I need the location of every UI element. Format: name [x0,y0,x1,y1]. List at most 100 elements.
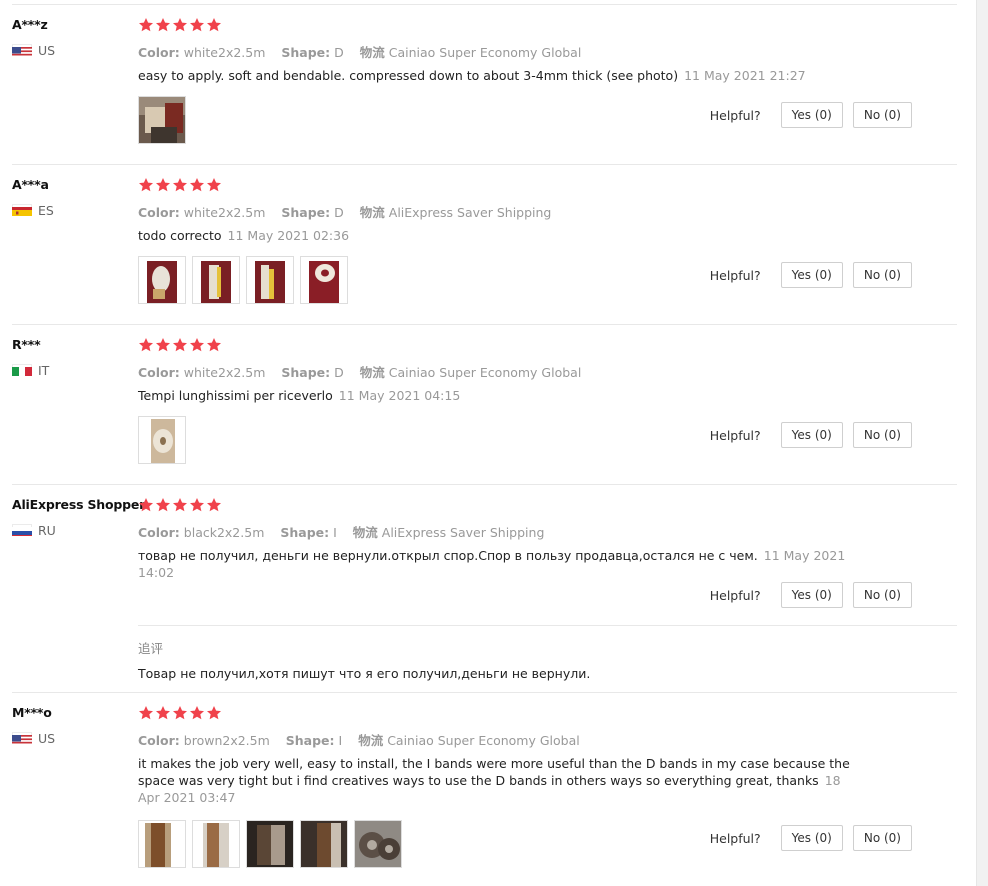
reviewer-country: IT [12,362,50,378]
review-photo[interactable] [246,256,294,304]
review-body: easy to apply. soft and bendable. compre… [138,67,878,84]
color-value: white2x2.5m [183,205,266,220]
helpful-no-button[interactable]: No (0) [852,422,912,448]
star-rating [138,17,222,33]
us-flag-icon [12,44,32,56]
color-label: Color: [138,733,180,748]
review-photo[interactable] [300,256,348,304]
star-icon [139,18,153,32]
logistics-value: Cainiao Super Economy Global [387,733,580,748]
review-photos [138,256,348,304]
review-photos [138,416,186,464]
helpful-vote: Helpful? Yes (0) No (0) [710,825,912,851]
review-photo[interactable] [138,96,186,144]
follow-up-review: 追评 Товар не получил,хотя пишут что я его… [138,625,957,692]
star-icon [190,18,204,32]
review-photos [138,820,402,868]
reviewer-country: RU [12,522,56,538]
star-icon [207,706,221,720]
star-rating [138,497,222,513]
helpful-no-button[interactable]: No (0) [852,825,912,851]
helpful-yes-button[interactable]: Yes (0) [780,102,843,128]
reviewer-country: US [12,42,56,58]
star-icon [190,338,204,352]
country-code: IT [38,362,50,378]
star-icon [190,706,204,720]
helpful-yes-button[interactable]: Yes (0) [780,825,843,851]
star-rating [138,177,222,193]
review-text: товар не получил, деньги не вернули.откр… [138,548,758,563]
star-icon [207,18,221,32]
star-icon [173,178,187,192]
star-icon [173,498,187,512]
review-photo[interactable] [138,256,186,304]
color-value: brown2x2.5m [183,733,270,748]
review-body: Tempi lunghissimi per riceverlo 11 May 20… [138,387,878,404]
shape-value: I [333,525,337,540]
helpful-yes-button[interactable]: Yes (0) [780,262,843,288]
review-item: A***a ES Color: white2x2.5m Shape: D 物流 … [12,165,957,325]
color-label: Color: [138,525,180,540]
color-value: white2x2.5m [183,45,266,60]
country-code: US [38,730,56,746]
shape-label: Shape: [285,733,335,748]
logistics-value: AliExpress Saver Shipping [381,525,545,540]
reviewer-country: ES [12,202,54,218]
helpful-vote: Helpful? Yes (0) No (0) [710,582,912,608]
color-label: Color: [138,365,180,380]
review-photo[interactable] [300,820,348,868]
logistics-label: 物流 [358,733,384,748]
helpful-no-button[interactable]: No (0) [852,582,912,608]
star-icon [207,178,221,192]
star-icon [207,498,221,512]
logistics-value: AliExpress Saver Shipping [388,205,552,220]
review-photo[interactable] [246,820,294,868]
reviewer-country: US [12,730,56,746]
star-icon [139,498,153,512]
it-flag-icon [12,364,32,376]
es-flag-icon [12,204,32,216]
shape-value: D [334,205,344,220]
review-photo[interactable] [138,820,186,868]
star-icon [156,178,170,192]
review-item: AliExpress Shopper RU Color: black2x2.5m… [12,485,957,693]
helpful-label: Helpful? [709,587,761,603]
review-text: it makes the job very well, easy to inst… [138,756,850,788]
logistics-label: 物流 [359,365,385,380]
review-body: товар не получил, деньги не вернули.откр… [138,547,878,581]
helpful-yes-button[interactable]: Yes (0) [780,422,843,448]
shape-label: Shape: [281,45,331,60]
color-value: black2x2.5m [183,525,265,540]
review-body: it makes the job very well, easy to inst… [138,755,858,806]
shape-value: I [338,733,343,748]
star-icon [173,338,187,352]
country-code: RU [38,522,56,538]
helpful-label: Helpful? [709,267,761,283]
helpful-yes-button[interactable]: Yes (0) [780,582,843,608]
color-label: Color: [138,45,180,60]
star-icon [190,498,204,512]
ru-flag-icon [12,524,32,536]
page-scrollbar[interactable] [976,0,988,886]
review-photos [138,96,186,144]
star-rating [138,337,222,353]
color-value: white2x2.5m [183,365,266,380]
helpful-no-button[interactable]: No (0) [852,262,912,288]
logistics-value: Cainiao Super Economy Global [388,365,582,380]
review-item: R*** IT Color: white2x2.5m Shape: D 物流 C… [12,325,957,485]
country-code: ES [38,202,54,218]
helpful-no-button[interactable]: No (0) [852,102,912,128]
review-date: 11 May 2021 04:15 [338,388,461,403]
review-text: easy to apply. soft and bendable. compre… [138,68,679,83]
review-photo[interactable] [192,820,240,868]
review-photo[interactable] [354,820,402,868]
star-icon [190,178,204,192]
star-icon [156,498,170,512]
reviewer-name: M***o [12,705,52,720]
shape-label: Shape: [281,205,331,220]
review-text: Tempi lunghissimi per riceverlo [138,388,333,403]
country-code: US [38,42,56,58]
reviewer-name: A***a [12,177,49,192]
review-photo[interactable] [192,256,240,304]
review-photo[interactable] [138,416,186,464]
